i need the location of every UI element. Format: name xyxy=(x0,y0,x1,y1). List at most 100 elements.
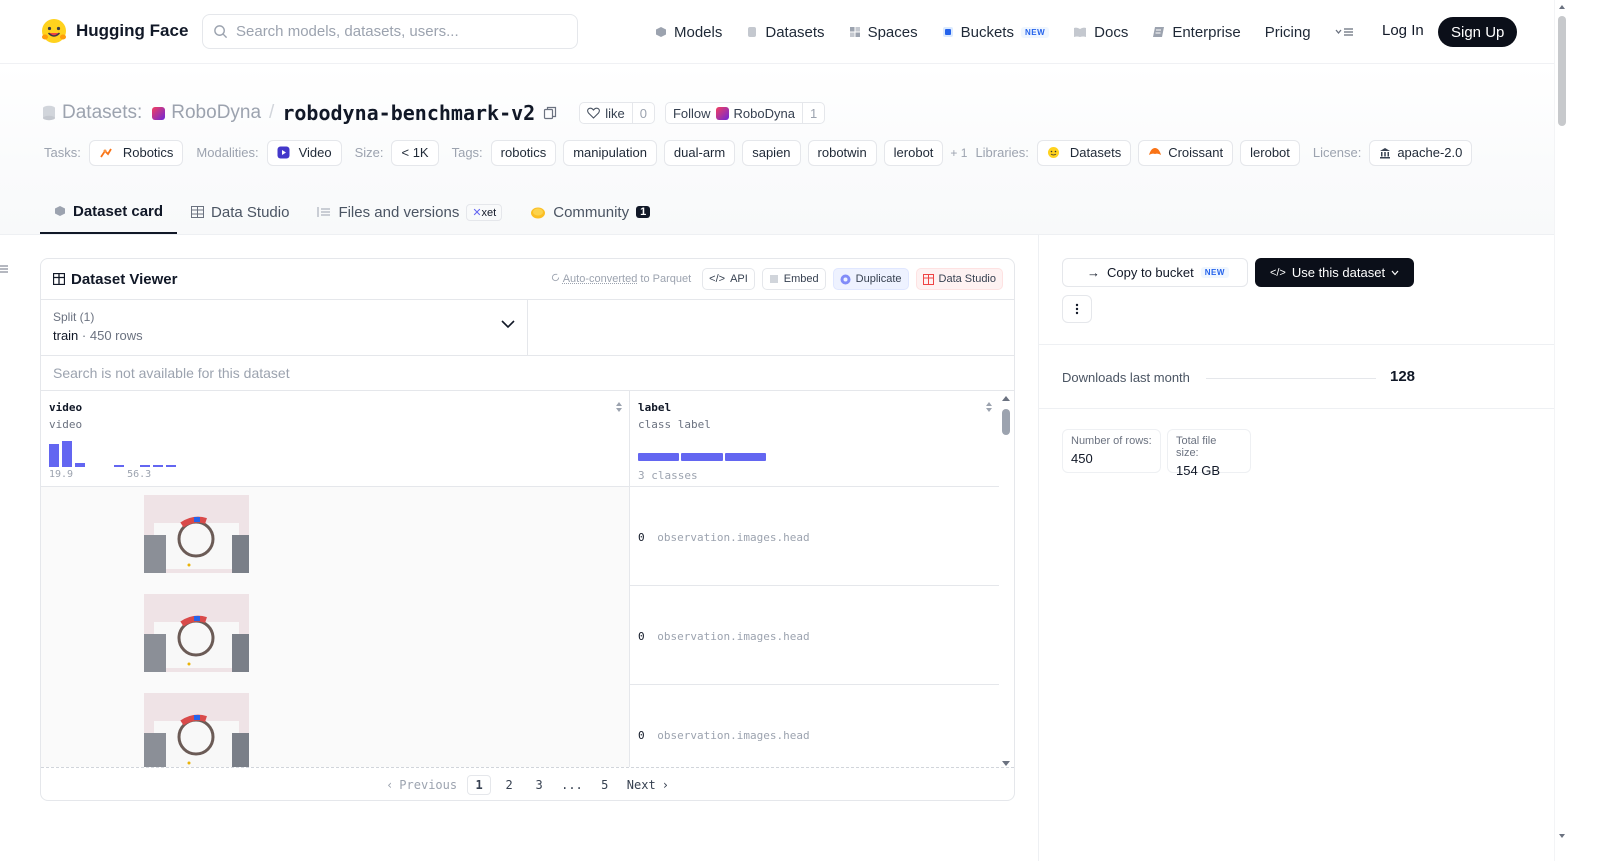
sort-icon[interactable] xyxy=(615,401,623,413)
api-button[interactable]: </> API xyxy=(702,268,755,290)
nav-docs[interactable]: Docs xyxy=(1073,24,1128,41)
nav-datasets[interactable]: Datasets xyxy=(746,24,825,41)
auto-converted-link[interactable]: Auto-converted xyxy=(563,273,638,285)
histogram-bar[interactable] xyxy=(49,443,59,467)
video-cell[interactable] xyxy=(41,685,630,767)
nav-more-menu[interactable] xyxy=(1335,26,1355,38)
brand-logo[interactable]: Hugging Face xyxy=(40,17,188,45)
split-value-row: train · 450 rows xyxy=(53,328,515,343)
class-bar[interactable] xyxy=(725,453,766,461)
pager-page[interactable]: 5 xyxy=(593,775,617,795)
tab-community[interactable]: Community 1 xyxy=(516,190,664,234)
license-tag[interactable]: apache-2.0 xyxy=(1369,139,1473,166)
tag-robotwin[interactable]: robotwin xyxy=(807,139,877,166)
tab-community-label: Community xyxy=(553,203,630,221)
pager-previous[interactable]: ‹ Previous xyxy=(382,775,461,795)
scroll-up-icon[interactable] xyxy=(1555,2,1569,12)
nav-models[interactable]: Models xyxy=(655,24,722,41)
tag-manipulation[interactable]: manipulation xyxy=(563,139,657,166)
video-thumbnail[interactable] xyxy=(144,495,249,573)
table-scrollbar[interactable] xyxy=(1001,395,1011,767)
modality-tag-video[interactable]: Video xyxy=(266,139,342,166)
column-name: label xyxy=(638,401,672,414)
nav-spaces[interactable]: Spaces xyxy=(849,24,918,41)
class-bar[interactable] xyxy=(638,453,679,461)
use-this-dataset-button[interactable]: </> Use this dataset xyxy=(1255,258,1414,287)
video-thumbnail[interactable] xyxy=(144,594,249,672)
sort-icon[interactable] xyxy=(985,401,993,413)
video-cell[interactable] xyxy=(41,487,630,586)
outline-toggle-icon[interactable] xyxy=(0,263,8,275)
tab-files-and-versions[interactable]: Files and versions ✕xet xyxy=(303,190,516,234)
tag-dual-arm[interactable]: dual-arm xyxy=(663,139,736,166)
community-icon xyxy=(531,207,546,218)
video-cell[interactable] xyxy=(41,586,630,685)
login-link[interactable]: Log In xyxy=(1382,22,1424,39)
pager-next[interactable]: Next › xyxy=(623,775,673,795)
tab-data-studio[interactable]: Data Studio xyxy=(177,190,303,234)
search-box[interactable] xyxy=(202,14,578,49)
library-tag-datasets[interactable]: Datasets xyxy=(1036,139,1132,166)
histogram-bar[interactable] xyxy=(75,463,85,467)
table-row[interactable]: 0 observation.images.head xyxy=(41,685,999,767)
signup-button[interactable]: Sign Up xyxy=(1438,17,1518,47)
histogram-bar[interactable] xyxy=(114,465,124,467)
column-header-label[interactable]: label class label 3 classes xyxy=(630,391,999,487)
more-options-button[interactable] xyxy=(1062,295,1092,323)
license-label: License: xyxy=(1312,145,1362,160)
nav-buckets-label: Buckets xyxy=(960,23,1014,41)
nav-buckets[interactable]: Buckets NEW xyxy=(942,24,1050,41)
library-tag-lerobot[interactable]: lerobot xyxy=(1240,139,1300,166)
classes-count: 3 classes xyxy=(638,469,698,482)
histogram-bar[interactable] xyxy=(153,465,163,467)
follow-label: Follow xyxy=(672,105,711,121)
table-scroll-thumb[interactable] xyxy=(1002,409,1010,435)
repo-name[interactable]: robodyna-benchmark-v2 xyxy=(282,101,535,125)
viewer-header: Dataset Viewer Auto-converted to Parquet… xyxy=(41,259,1014,299)
video-thumbnail[interactable] xyxy=(144,693,249,767)
histogram-bar[interactable] xyxy=(127,466,137,467)
follow-button[interactable]: Follow RoboDyna 1 xyxy=(664,102,826,124)
library-tag-croissant[interactable]: Croissant xyxy=(1138,139,1234,166)
tag-robotics[interactable]: robotics xyxy=(490,139,557,166)
auto-converted-note: Auto-converted to Parquet xyxy=(551,273,691,285)
scroll-up-icon[interactable] xyxy=(1001,395,1011,403)
label-name: observation.images.head xyxy=(657,531,810,544)
pager-page[interactable]: 2 xyxy=(497,775,521,795)
tag-lerobot[interactable]: lerobot xyxy=(883,139,944,166)
copy-to-bucket-button[interactable]: → Copy to bucket NEW xyxy=(1062,258,1248,287)
repo-owner-link[interactable]: RoboDyna xyxy=(171,102,261,124)
class-bar[interactable] xyxy=(680,453,724,461)
page-scrollbar[interactable] xyxy=(1554,0,1568,861)
embed-button[interactable]: Embed xyxy=(761,268,826,290)
search-icon xyxy=(214,25,228,39)
histogram-bar[interactable] xyxy=(88,466,98,467)
copy-icon[interactable] xyxy=(543,106,557,120)
duplicate-button[interactable]: Duplicate xyxy=(832,268,909,290)
table-row[interactable]: 0 observation.images.head xyxy=(41,487,999,586)
tag-sapien[interactable]: sapien xyxy=(742,139,801,166)
enterprise-icon xyxy=(1153,27,1165,37)
scroll-down-icon[interactable] xyxy=(1555,831,1569,841)
tab-dataset-card[interactable]: Dataset card xyxy=(40,190,178,234)
search-input[interactable] xyxy=(236,23,556,40)
scroll-down-icon[interactable] xyxy=(1001,759,1011,767)
nav-pricing[interactable]: Pricing xyxy=(1265,24,1311,41)
pager-page[interactable]: 3 xyxy=(527,775,551,795)
histogram-bar[interactable] xyxy=(140,465,150,467)
task-tag-robotics[interactable]: Robotics xyxy=(88,139,184,166)
like-button[interactable]: like 0 xyxy=(579,102,655,124)
xet-icon: ✕ xyxy=(472,206,482,219)
size-tag[interactable]: < 1K xyxy=(391,139,439,166)
tags-more-button[interactable]: + 1 xyxy=(950,146,967,160)
nav-enterprise[interactable]: Enterprise xyxy=(1152,24,1241,41)
page-scroll-thumb[interactable] xyxy=(1558,16,1566,126)
split-selector[interactable]: Split (1) train · 450 rows xyxy=(41,300,528,355)
table-row[interactable]: 0 observation.images.head xyxy=(41,586,999,685)
column-header-video[interactable]: video video 19.9 56.3 xyxy=(41,391,630,487)
pager-page[interactable]: 1 xyxy=(467,774,492,795)
histogram-bar[interactable] xyxy=(101,466,111,467)
data-studio-button[interactable]: Data Studio xyxy=(915,268,1003,290)
histogram-bar[interactable] xyxy=(62,441,72,467)
histogram-bar[interactable] xyxy=(166,465,176,467)
